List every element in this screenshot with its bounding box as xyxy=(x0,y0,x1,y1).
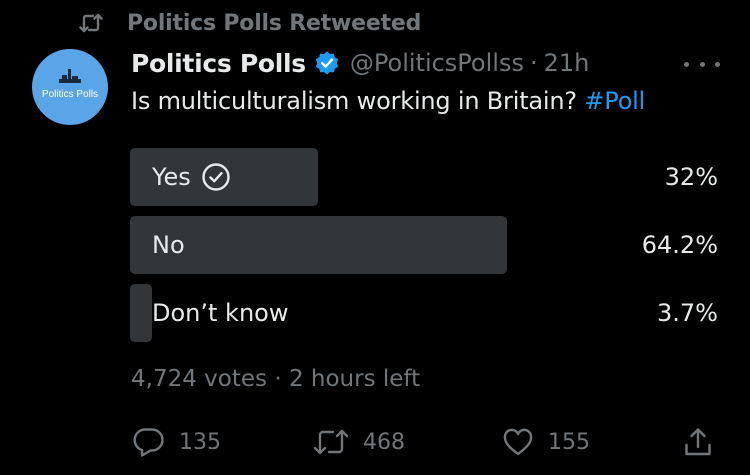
poll-meta: 4,724 votes · 2 hours left xyxy=(131,366,420,392)
retweet-context-text: Politics Polls Retweeted xyxy=(127,10,422,36)
poll-bar xyxy=(130,216,508,274)
verified-badge-icon[interactable] xyxy=(314,50,340,76)
heart-icon xyxy=(502,427,534,457)
retweet-button[interactable]: 468 xyxy=(313,424,405,460)
tweet-timestamp[interactable]: 21h xyxy=(544,49,590,77)
poll-bar xyxy=(130,284,152,342)
parliament-logo-icon xyxy=(59,69,81,83)
poll-option-label: Don’t know xyxy=(152,299,289,327)
tweet-body: Is multiculturalism working in Britain? xyxy=(131,87,577,115)
tweet-header: Politics Polls @PoliticsPollss · 21h xyxy=(131,44,589,82)
poll-meta-separator: · xyxy=(274,366,282,392)
poll-option-label: No xyxy=(152,231,185,259)
retweet-icon xyxy=(79,12,103,34)
poll-option-yes: Yes 32% xyxy=(130,148,718,206)
tweet-text: Is multiculturalism working in Britain? … xyxy=(131,87,645,115)
poll-option-no: No 64.2% xyxy=(130,216,718,274)
like-button[interactable]: 155 xyxy=(502,424,590,460)
poll-option-percent: 32% xyxy=(664,163,718,191)
share-icon xyxy=(683,426,713,458)
reply-button[interactable]: 135 xyxy=(133,424,221,460)
retweet-count: 468 xyxy=(363,429,405,455)
poll-vote-count: 4,724 votes xyxy=(131,366,267,392)
reply-icon xyxy=(133,427,165,457)
poll-option-dont-know: Don’t know 3.7% xyxy=(130,284,718,342)
like-count: 155 xyxy=(548,429,590,455)
avatar[interactable]: Politics Polls xyxy=(32,49,108,125)
author-handle[interactable]: @PoliticsPollss xyxy=(350,49,524,77)
retweet-icon xyxy=(313,427,349,457)
more-options-icon[interactable] xyxy=(684,54,720,74)
poll-option-label: Yes xyxy=(152,163,191,191)
poll-option-percent: 64.2% xyxy=(641,231,718,259)
share-button[interactable] xyxy=(683,424,713,460)
check-circle-icon xyxy=(201,162,231,192)
hashtag-link[interactable]: #Poll xyxy=(584,87,645,115)
poll-option-percent: 3.7% xyxy=(657,299,718,327)
avatar-label: Politics Polls xyxy=(41,89,99,100)
retweet-context[interactable]: Politics Polls Retweeted xyxy=(79,8,421,38)
poll-time-left: 2 hours left xyxy=(288,366,421,392)
header-separator: · xyxy=(529,49,538,77)
reply-count: 135 xyxy=(179,429,221,455)
author-display-name[interactable]: Politics Polls xyxy=(131,49,306,78)
